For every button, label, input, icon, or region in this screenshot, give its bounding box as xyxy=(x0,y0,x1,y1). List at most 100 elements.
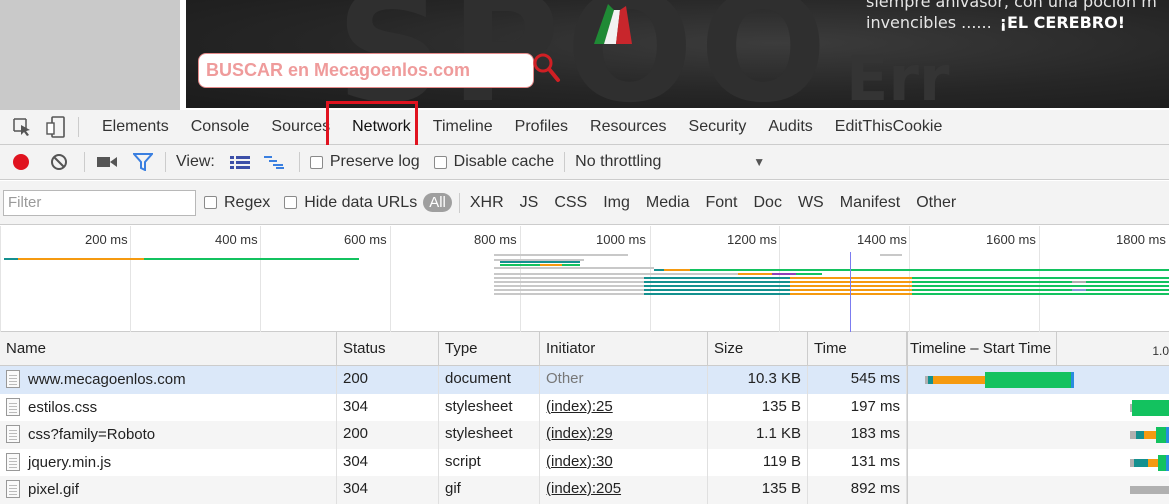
search-icon[interactable] xyxy=(532,52,562,86)
column-header-time[interactable]: Time xyxy=(808,332,907,366)
request-status: 304 xyxy=(337,476,439,504)
filter-bar: Regex Hide data URLs All XHR JS CSS Img … xyxy=(0,181,1169,225)
request-time: 197 ms xyxy=(808,393,907,421)
tab-audits[interactable]: Audits xyxy=(757,110,823,145)
column-header-timeline[interactable]: Timeline – Start Time xyxy=(907,332,1057,366)
table-row[interactable]: estilos.css 304 stylesheet (index):25 13… xyxy=(0,393,1169,421)
view-label: View: xyxy=(176,153,215,170)
initiator-link[interactable]: (index):25 xyxy=(546,398,613,415)
request-initiator[interactable]: (index):30 xyxy=(540,448,708,476)
filter-doc[interactable]: Doc xyxy=(746,194,790,212)
column-header-name[interactable]: Name xyxy=(0,332,337,366)
overview-gridline xyxy=(130,226,131,332)
filter-other[interactable]: Other xyxy=(908,194,964,212)
table-header: Name Status Type Initiator Size Time Tim… xyxy=(0,332,1169,366)
request-name: css?family=Roboto xyxy=(28,426,156,443)
device-mode-button[interactable] xyxy=(44,115,68,139)
table-row[interactable]: www.mecagoenlos.com 200 document Other 1… xyxy=(0,366,1169,394)
overview-view-button[interactable] xyxy=(263,150,285,174)
overview-tick-label: 800 ms xyxy=(474,232,517,247)
overview-gridline xyxy=(909,226,910,332)
table-row[interactable]: css?family=Roboto 200 stylesheet (index)… xyxy=(0,421,1169,449)
banner-text-line-1: siempre ahivasor, con una pocion m xyxy=(866,0,1157,11)
request-name-cell[interactable]: estilos.css xyxy=(0,393,337,421)
filter-input[interactable] xyxy=(3,189,196,216)
request-name-cell[interactable]: pixel.gif xyxy=(0,476,337,504)
overview-gridline xyxy=(520,226,521,332)
column-header-type[interactable]: Type xyxy=(439,332,540,366)
filter-ws[interactable]: WS xyxy=(790,194,832,212)
tab-sources[interactable]: Sources xyxy=(260,110,341,145)
request-type: stylesheet xyxy=(439,393,540,421)
filter-js[interactable]: JS xyxy=(512,194,547,212)
overview-load-marker xyxy=(850,252,851,332)
initiator-link[interactable]: (index):30 xyxy=(546,453,613,470)
banner-line2-bold: ¡EL CEREBRO! xyxy=(999,13,1125,32)
filter-manifest[interactable]: Manifest xyxy=(832,194,908,212)
screenshot-capture-button[interactable] xyxy=(95,150,119,174)
filter-toggle-button[interactable] xyxy=(131,150,155,174)
inspect-element-button[interactable] xyxy=(10,115,34,139)
tab-security[interactable]: Security xyxy=(678,110,758,145)
filter-media[interactable]: Media xyxy=(638,194,698,212)
checkbox-box[interactable] xyxy=(284,196,298,209)
toolbar-divider xyxy=(78,117,79,137)
overview-tick-label: 1800 ms xyxy=(1116,232,1166,247)
column-header-initiator[interactable]: Initiator xyxy=(540,332,708,366)
filter-css[interactable]: CSS xyxy=(546,194,595,212)
initiator-link[interactable]: (index):205 xyxy=(546,480,621,497)
video-camera-icon xyxy=(97,157,117,167)
request-initiator: Other xyxy=(540,366,708,394)
overview-gridline xyxy=(0,226,1,332)
tab-network[interactable]: Network xyxy=(341,110,422,145)
site-search-input[interactable]: BUSCAR en Mecagoenlos.com xyxy=(198,53,534,88)
initiator-link[interactable]: (index):29 xyxy=(546,425,613,442)
preserve-log-checkbox[interactable]: Preserve log xyxy=(309,153,420,171)
overview-gridline xyxy=(1039,226,1040,332)
request-name-cell[interactable]: www.mecagoenlos.com xyxy=(0,366,337,394)
waterfall-view-icon xyxy=(263,156,284,169)
tab-editthiscookie[interactable]: EditThisCookie xyxy=(824,110,954,145)
record-button[interactable] xyxy=(10,150,32,174)
regex-checkbox[interactable]: Regex xyxy=(204,194,270,212)
tab-resources[interactable]: Resources xyxy=(579,110,677,145)
tab-console[interactable]: Console xyxy=(180,110,261,145)
banner-line2-text: invencibles ...... xyxy=(866,13,992,32)
column-header-size[interactable]: Size xyxy=(708,332,808,366)
filter-font[interactable]: Font xyxy=(697,194,745,212)
request-waterfall-bar xyxy=(907,393,1169,421)
webpage-viewport: SPOO Err siempre ahivasor, con una pocio… xyxy=(0,0,1169,110)
request-initiator[interactable]: (index):29 xyxy=(540,421,708,449)
overview-tick-label: 200 ms xyxy=(85,232,128,247)
tab-elements[interactable]: Elements xyxy=(91,110,180,145)
request-name: www.mecagoenlos.com xyxy=(28,371,186,388)
tab-profiles[interactable]: Profiles xyxy=(504,110,579,145)
tab-timeline[interactable]: Timeline xyxy=(422,110,504,145)
request-initiator[interactable]: (index):205 xyxy=(540,476,708,504)
request-initiator[interactable]: (index):25 xyxy=(540,393,708,421)
column-header-status[interactable]: Status xyxy=(337,332,439,366)
checkbox-box[interactable] xyxy=(204,196,217,209)
table-row[interactable]: jquery.min.js 304 script (index):30 119 … xyxy=(0,448,1169,476)
request-size: 119 B xyxy=(708,448,808,476)
request-name-cell[interactable]: css?family=Roboto xyxy=(0,421,337,449)
clear-button[interactable] xyxy=(48,150,70,174)
throttling-select[interactable]: No throttling ▼ xyxy=(575,153,765,171)
disable-cache-checkbox[interactable]: Disable cache xyxy=(433,153,554,171)
filter-xhr[interactable]: XHR xyxy=(462,194,512,212)
request-name-cell[interactable]: jquery.min.js xyxy=(0,448,337,476)
filter-all-button[interactable]: All xyxy=(423,193,452,212)
checkbox-box[interactable] xyxy=(433,155,447,169)
overview-tick-label: 600 ms xyxy=(344,232,387,247)
hide-data-urls-checkbox[interactable]: Hide data URLs xyxy=(284,194,417,212)
large-rows-view-button[interactable] xyxy=(229,150,251,174)
overview-gridline xyxy=(650,226,651,332)
devtools-tab-bar: Elements Console Sources Network Timelin… xyxy=(0,110,1169,145)
banner-text-line-2: invencibles ...... ¡EL CEREBRO! xyxy=(866,13,1125,32)
filter-img[interactable]: Img xyxy=(595,194,638,212)
checkbox-box[interactable] xyxy=(309,155,323,169)
table-row[interactable]: pixel.gif 304 gif (index):205 135 B 892 … xyxy=(0,476,1169,504)
document-file-icon xyxy=(6,480,20,498)
network-overview-timeline[interactable]: 200 ms 400 ms 600 ms 800 ms 1000 ms 1200… xyxy=(0,226,1169,332)
request-type: document xyxy=(439,366,540,394)
